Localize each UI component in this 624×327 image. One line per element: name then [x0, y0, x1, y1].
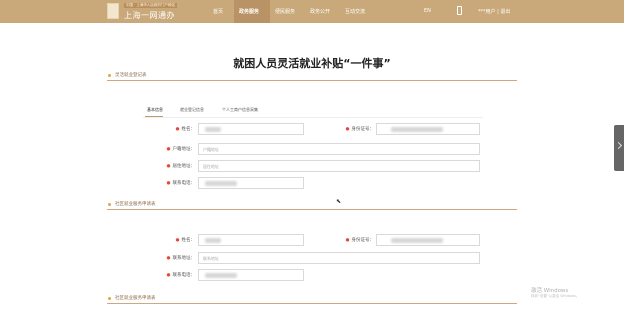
tab-business-info[interactable]: 个人工商户信息采集 — [222, 107, 258, 113]
redacted-value — [205, 273, 237, 278]
required-marker: ● — [166, 273, 171, 278]
residence-address-field[interactable]: 居住地址 — [198, 160, 480, 172]
id-number-label: ● 身份证号： — [345, 238, 374, 243]
residence-address-placeholder: 居住地址 — [203, 164, 219, 169]
windows-activation-watermark: 激活 Windows — [531, 288, 569, 294]
required-marker: ● — [175, 127, 180, 132]
name-label: ● 姓名： — [175, 127, 195, 132]
required-marker: ● — [166, 164, 171, 169]
section-header-community-service-2: 社区就业服务申请表 — [107, 294, 517, 304]
phone-field[interactable] — [198, 177, 304, 189]
redacted-value — [391, 127, 443, 132]
section-title: 社区就业服务申请表 — [115, 202, 156, 207]
section-header-flexible-employment: 灵活就业登记表 — [107, 71, 517, 81]
required-marker: ● — [345, 127, 350, 132]
household-address-label: ● 户籍地址： — [166, 147, 195, 152]
section-title: 社区就业服务申请表 — [115, 296, 156, 301]
logo-subtitle: 中国 · 上海市人民政府门户网站 — [124, 3, 177, 8]
id-number-label: ● 身份证号： — [345, 127, 374, 132]
household-address-placeholder: 户籍地址 — [203, 147, 219, 152]
language-switch[interactable]: EN — [424, 8, 431, 14]
top-navigation-bar: 中国 · 上海市人民政府门户网站 上海一网通办 首页 政务服务 便民服务 政务公… — [0, 0, 624, 23]
tab-basic-info[interactable]: 基本信息 — [147, 107, 163, 113]
required-marker: ● — [166, 181, 171, 186]
tab-employment-registration[interactable]: 就业登记信息 — [180, 107, 204, 113]
section-bullet-icon — [108, 74, 111, 77]
nav-item-home[interactable]: 首页 — [213, 8, 223, 15]
contact-address-field[interactable]: 联系地址 — [198, 252, 480, 264]
required-marker: ● — [175, 238, 180, 243]
residence-address-label: ● 居住地址： — [166, 164, 195, 169]
logo-title[interactable]: 上海一网通办 — [124, 10, 175, 21]
nav-item-gov-disclosure[interactable]: 政务公开 — [310, 8, 330, 15]
site-logo-icon[interactable] — [107, 3, 119, 19]
id-number-field[interactable] — [376, 123, 480, 135]
tabs-divider — [143, 117, 483, 118]
name-field[interactable] — [198, 234, 304, 246]
name-label: ● 姓名： — [175, 238, 195, 243]
id-number-field[interactable] — [376, 234, 480, 246]
contact-address-placeholder: 联系地址 — [203, 256, 219, 261]
required-marker: ● — [166, 256, 171, 261]
section-bullet-icon — [108, 203, 111, 206]
section-bullet-icon — [108, 297, 111, 300]
redacted-value — [205, 181, 237, 186]
user-menu[interactable]: ***用户 | 退出 — [478, 8, 510, 15]
required-marker: ● — [345, 238, 350, 243]
redacted-value — [205, 238, 221, 243]
phone-label: ● 联系电话： — [166, 273, 195, 278]
phone-icon[interactable] — [457, 6, 462, 15]
household-address-field[interactable]: 户籍地址 — [198, 143, 480, 155]
windows-activation-hint: 转到“设置”以激活 Windows。 — [531, 294, 580, 298]
section-header-community-service: 社区就业服务申请表 — [107, 200, 517, 210]
redacted-value — [391, 238, 443, 243]
phone-field[interactable] — [198, 269, 304, 281]
phone-label: ● 联系电话： — [166, 181, 195, 186]
required-marker: ● — [166, 147, 171, 152]
redacted-value — [205, 127, 221, 132]
section-title: 灵活就业登记表 — [115, 73, 147, 78]
nav-item-interaction[interactable]: 互动交流 — [345, 8, 365, 15]
side-expand-button[interactable] — [614, 125, 624, 171]
contact-address-label: ● 联系地址： — [166, 256, 195, 261]
name-field[interactable] — [198, 123, 304, 135]
nav-item-gov-services[interactable]: 政务服务 — [239, 8, 259, 15]
chevron-right-icon — [614, 141, 623, 150]
page-title: 就困人员灵活就业补贴“一件事” — [233, 57, 391, 70]
nav-item-public-services[interactable]: 便民服务 — [275, 8, 295, 15]
